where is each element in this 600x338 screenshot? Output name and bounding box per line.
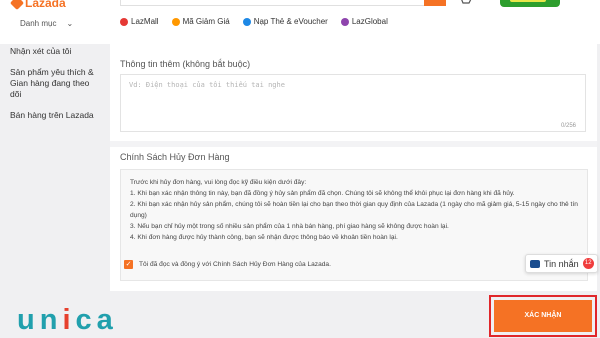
chat-widget[interactable]: Tin nhắn 12	[525, 254, 598, 273]
chat-label: Tin nhắn	[544, 258, 579, 269]
textarea-placeholder: Vd: Điện thoại của tôi thiếu tai nghe	[129, 81, 285, 89]
agree-row[interactable]: ✓ Tôi đã đọc và đồng ý với Chính Sách Hủ…	[124, 260, 331, 269]
policy-rule: 3. Nếu bạn chỉ hủy một trong số nhiều sả…	[130, 223, 449, 230]
unread-badge: 12	[582, 258, 594, 269]
quicklink-lazglobal[interactable]: LazGlobal	[340, 17, 388, 26]
quicklink-label: Nạp Thẻ & eVoucher	[253, 17, 328, 26]
unica-watermark-logo: unica	[17, 304, 118, 336]
search-button[interactable]	[424, 0, 446, 6]
section-divider	[110, 141, 597, 147]
account-sidebar: Nhận xét của tôi Sản phẩm yêu thích & Gi…	[10, 44, 100, 131]
lazada-logo[interactable]: Lazada	[9, 0, 66, 11]
quicklink-lazmall[interactable]: LazMall	[120, 17, 159, 26]
promo-banner[interactable]	[500, 0, 560, 7]
agree-checkbox[interactable]: ✓	[124, 260, 133, 269]
quick-links: LazMall Mã Giảm Giá Nạp Thẻ & eVoucher L…	[120, 17, 388, 26]
cancel-order-panel: Thông tin thêm (không bắt buộc) Vd: Điện…	[110, 44, 597, 291]
chat-icon	[530, 259, 540, 268]
globe-icon	[340, 17, 349, 26]
sidebar-item-sell[interactable]: Bán hàng trên Lazada	[10, 110, 100, 121]
top-header: Lazada Danh mục ⌄ LazMall Mã Giảm Giá Nạ…	[0, 0, 600, 44]
chevron-down-icon: ⌄	[66, 19, 74, 28]
category-menu[interactable]: Danh mục ⌄	[20, 19, 73, 28]
logo-text: Lazada	[25, 0, 66, 10]
lazmall-icon	[120, 17, 128, 26]
sidebar-item-wishlist[interactable]: Sản phẩm yêu thích & Gian hàng đang theo…	[10, 67, 100, 100]
quicklink-label: Mã Giảm Giá	[182, 17, 230, 26]
topup-icon	[242, 17, 251, 26]
agree-label: Tôi đã đọc và đồng ý với Chính Sách Hủy …	[139, 261, 331, 268]
confirm-highlight-frame: XÁC NHẬN	[489, 295, 597, 337]
quicklink-vouchers[interactable]: Mã Giảm Giá	[171, 17, 230, 26]
policy-intro: Trước khi hủy đơn hàng, vui lòng đọc kỹ …	[130, 179, 307, 186]
sidebar-item-reviews[interactable]: Nhận xét của tôi	[10, 46, 100, 57]
char-counter: 0/256	[561, 123, 577, 129]
policy-rule: 1. Khi bạn xác nhận thông tin này, bạn đ…	[130, 190, 515, 197]
cart-icon[interactable]	[458, 0, 472, 5]
policy-title: Chính Sách Hủy Đơn Hàng	[120, 152, 230, 162]
search-input[interactable]	[120, 0, 425, 6]
extra-info-textarea[interactable]: Vd: Điện thoại của tôi thiếu tai nghe	[120, 74, 586, 132]
policy-rule: 4. Khi đơn hàng được hủy thành công, bạn…	[130, 234, 398, 241]
quicklink-label: LazMall	[131, 17, 159, 26]
quicklink-label: LazGlobal	[351, 17, 388, 26]
quicklink-topup[interactable]: Nạp Thẻ & eVoucher	[242, 17, 328, 26]
lazada-heart-icon	[9, 0, 25, 11]
extra-info-title: Thông tin thêm (không bắt buộc)	[120, 59, 251, 69]
policy-rule: 2. Khi bạn xác nhận hủy sản phẩm, chúng …	[130, 201, 578, 219]
confirm-button[interactable]: XÁC NHẬN	[494, 300, 592, 332]
voucher-icon	[171, 17, 180, 26]
category-label: Danh mục	[20, 19, 57, 28]
